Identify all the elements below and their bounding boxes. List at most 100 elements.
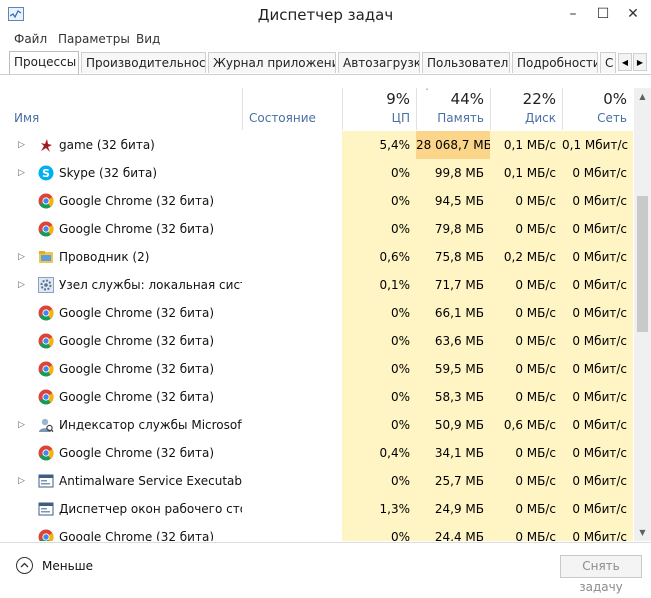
process-disk: 0 МБ/с — [490, 215, 562, 243]
column-name[interactable]: Имя — [8, 88, 242, 130]
process-row[interactable]: Google Chrome (32 бита) 0% 66,1 МБ 0 МБ/с 0 … — [8, 299, 633, 327]
process-memory: 71,7 МБ — [416, 271, 490, 299]
tab-strip: Процессы Производительность Журнал прило… — [0, 51, 651, 75]
process-memory: 63,6 МБ — [416, 327, 490, 355]
process-network: 0 Мбит/с — [562, 523, 633, 541]
process-disk: 0 МБ/с — [490, 327, 562, 355]
process-cpu: 0% — [342, 299, 416, 327]
scrollbar-thumb[interactable] — [637, 196, 648, 332]
column-name-label: Имя — [14, 111, 40, 125]
process-memory: 34,1 МБ — [416, 439, 490, 467]
end-task-button[interactable]: Снять задачу — [560, 555, 642, 594]
tab-scroll-left-icon[interactable]: ◀ — [618, 53, 632, 71]
process-row[interactable]: ▷ Индексатор службы Microsoft ... 0% 50,9 М… — [8, 411, 633, 439]
menu-options[interactable]: Параметры — [58, 32, 130, 46]
menu-view[interactable]: Вид — [136, 32, 160, 46]
tab-performance[interactable]: Производительность — [81, 52, 206, 73]
window-title: Диспетчер задач — [257, 6, 394, 24]
collapse-chevron-up-icon[interactable] — [16, 557, 33, 574]
process-cpu: 0% — [342, 383, 416, 411]
process-row[interactable]: Google Chrome (32 бита) 0% 58,3 МБ 0 МБ/с 0 … — [8, 383, 633, 411]
process-cpu: 0,6% — [342, 243, 416, 271]
tab-processes[interactable]: Процессы — [9, 51, 79, 74]
process-network: 0 Мбит/с — [562, 271, 633, 299]
process-row[interactable]: Google Chrome (32 бита) 0% 79,8 МБ 0 МБ/с 0 … — [8, 215, 633, 243]
process-row[interactable]: ▷ game (32 бита) 5,4% 28 068,7 МБ 0,1 МБ/с 0,… — [8, 131, 633, 159]
process-memory: 66,1 МБ — [416, 299, 490, 327]
process-cpu: 0% — [342, 327, 416, 355]
tab-services[interactable]: С — [600, 52, 616, 73]
tab-scroll-right-icon[interactable]: ▶ — [633, 53, 647, 71]
process-row[interactable]: ▷ S Skype (32 бита) 0% 99,8 МБ 0,1 МБ/с 0 Мбит… — [8, 159, 633, 187]
disk-total-percent: 22% — [522, 90, 556, 108]
scroll-up-arrow-icon[interactable]: ▲ — [634, 88, 651, 105]
process-memory: 50,9 МБ — [416, 411, 490, 439]
process-name: Google Chrome (32 бита) — [59, 194, 215, 208]
process-name: Antimalware Service Executable — [59, 474, 242, 488]
process-row[interactable]: Google Chrome (32 бита) 0% 63,6 МБ 0 МБ/с 0 … — [8, 327, 633, 355]
column-disk[interactable]: 22% Диск — [491, 88, 562, 130]
process-disk: 0,6 МБ/с — [490, 411, 562, 439]
process-name: Индексатор службы Microsoft ... — [59, 418, 242, 432]
process-name: Google Chrome (32 бита) — [59, 530, 215, 541]
process-memory: 24,9 МБ — [416, 495, 490, 523]
maximize-button[interactable]: ☐ — [588, 0, 618, 30]
process-disk: 0 МБ/с — [490, 299, 562, 327]
footer-bar: Меньше Снять задачу — [0, 542, 651, 594]
column-network[interactable]: 0% Сеть — [563, 88, 633, 130]
process-network: 0 Мбит/с — [562, 495, 633, 523]
process-disk: 0,1 МБ/с — [490, 131, 562, 159]
process-row[interactable]: Google Chrome (32 бита) 0% 24,4 МБ 0 МБ/с 0 … — [8, 523, 633, 541]
process-network: 0 Мбит/с — [562, 355, 633, 383]
process-disk: 0 МБ/с — [490, 355, 562, 383]
process-cpu: 0% — [342, 523, 416, 541]
process-row[interactable]: ▷Узел службы: локальная систе...0,1%71,7… — [8, 271, 633, 299]
process-network: 0 Мбит/с — [562, 411, 633, 439]
column-network-label: Сеть — [597, 111, 627, 125]
process-disk: 0,2 МБ/с — [490, 243, 562, 271]
process-network: 0 Мбит/с — [562, 215, 633, 243]
tab-app-history[interactable]: Журнал приложений — [208, 52, 336, 73]
sort-descending-icon: ˇ — [425, 88, 429, 97]
process-network: 0 Мбит/с — [562, 439, 633, 467]
process-network: 0 Мбит/с — [562, 467, 633, 495]
menu-file[interactable]: Файл — [14, 32, 47, 46]
process-network: 0 Мбит/с — [562, 187, 633, 215]
column-status[interactable]: Состояние — [243, 88, 342, 130]
column-memory[interactable]: ˇ 44% Память — [417, 88, 490, 130]
process-cpu: 0,4% — [342, 439, 416, 467]
process-network: 0 Мбит/с — [562, 299, 633, 327]
process-name: Skype (32 бита) — [59, 166, 158, 180]
process-row[interactable]: Диспетчер окон рабочего стола 1,3% 24,9 МБ… — [8, 495, 633, 523]
process-name: Google Chrome (32 бита) — [59, 446, 215, 460]
process-row[interactable]: Google Chrome (32 бита) 0% 59,5 МБ 0 МБ/с 0 … — [8, 355, 633, 383]
fewer-details-link[interactable]: Меньше — [42, 559, 93, 573]
process-memory: 28 068,7 МБ — [416, 131, 490, 159]
process-row[interactable]: Google Chrome (32 бита) 0,4% 34,1 МБ 0 МБ/с… — [8, 439, 633, 467]
process-row[interactable]: ▷ Проводник (2) 0,6% 75,8 МБ 0,2 МБ/с 0 Мбит/… — [8, 243, 633, 271]
tab-details[interactable]: Подробности — [512, 52, 598, 73]
minimize-button[interactable]: – — [558, 0, 588, 30]
tab-users[interactable]: Пользователи — [422, 52, 510, 73]
process-row[interactable]: Google Chrome (32 бита) 0% 94,5 МБ 0 МБ/с 0 … — [8, 187, 633, 215]
process-memory: 75,8 МБ — [416, 243, 490, 271]
scroll-down-arrow-icon[interactable]: ▼ — [634, 524, 651, 541]
process-name: Google Chrome (32 бита) — [59, 334, 215, 348]
process-memory: 59,5 МБ — [416, 355, 490, 383]
process-disk: 0 МБ/с — [490, 271, 562, 299]
process-row[interactable]: ▷ Antimalware Service Executable 0% 25,7 МБ… — [8, 467, 633, 495]
close-button[interactable]: ✕ — [618, 0, 648, 30]
process-disk: 0 МБ/с — [490, 383, 562, 411]
cpu-total-percent: 9% — [386, 90, 410, 108]
process-cpu: 0% — [342, 159, 416, 187]
title-bar: Диспетчер задач – ☐ ✕ — [0, 0, 651, 30]
process-name: Google Chrome (32 бита) — [59, 306, 215, 320]
tab-startup[interactable]: Автозагрузка — [338, 52, 420, 73]
column-memory-label: Память — [437, 111, 484, 125]
process-memory: 58,3 МБ — [416, 383, 490, 411]
process-cpu: 0% — [342, 467, 416, 495]
process-disk: 0 МБ/с — [490, 495, 562, 523]
column-cpu[interactable]: 9% ЦП — [343, 88, 416, 130]
vertical-scrollbar[interactable]: ▲ ▼ — [634, 88, 651, 541]
process-name: Диспетчер окон рабочего стола — [59, 502, 242, 516]
